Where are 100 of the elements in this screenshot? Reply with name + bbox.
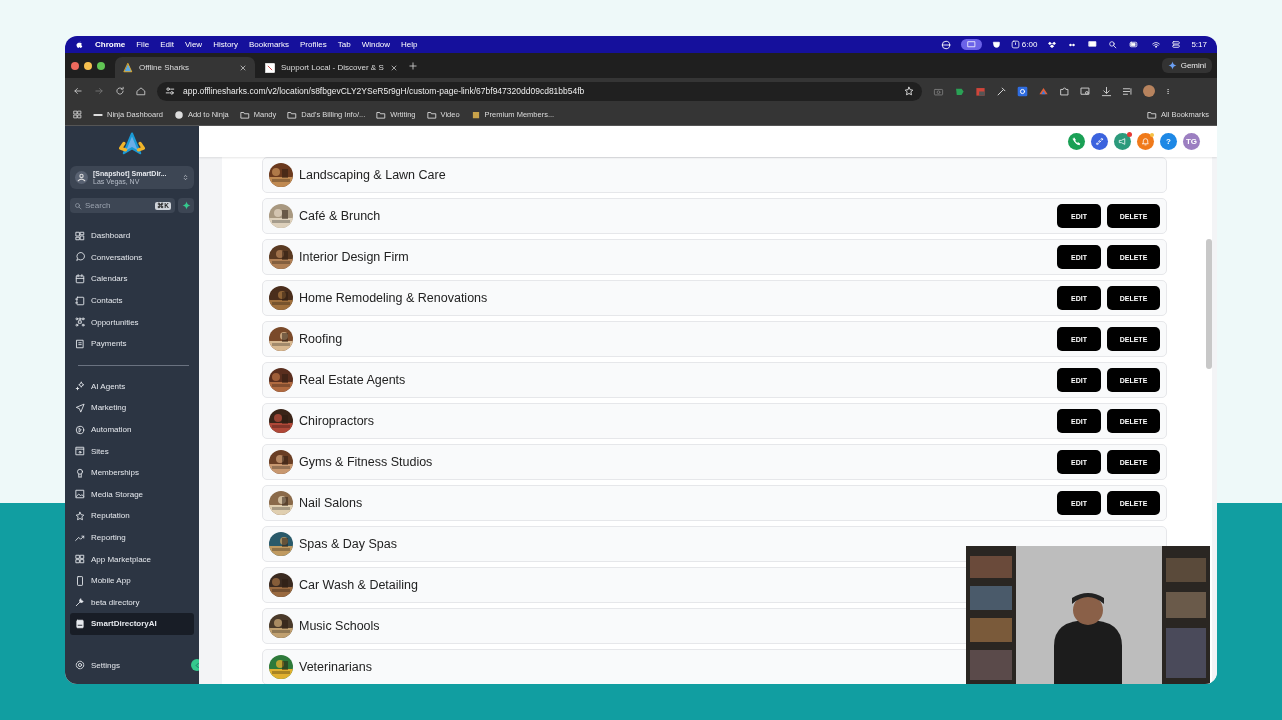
- home-icon[interactable]: [136, 86, 146, 96]
- ai-button[interactable]: [178, 198, 194, 213]
- nav-item[interactable]: Contacts: [70, 289, 194, 312]
- category-name: Landscaping & Lawn Care: [299, 168, 447, 182]
- search-tab-icon[interactable]: [1080, 85, 1091, 97]
- chevron-up-down-icon: [182, 173, 189, 182]
- browser-tab[interactable]: Offline Sharks: [115, 57, 255, 78]
- nav-item[interactable]: Automation: [70, 418, 194, 441]
- folder-icon: [287, 109, 298, 120]
- globe-icon[interactable]: [940, 39, 951, 50]
- contact-card-icon: [75, 295, 85, 306]
- folder-icon: [1147, 109, 1158, 120]
- star-icon: [75, 510, 85, 521]
- star-icon[interactable]: [904, 86, 914, 96]
- apps-button[interactable]: [1091, 133, 1108, 150]
- notifications-button[interactable]: [1137, 133, 1154, 150]
- nav-item[interactable]: Reporting: [70, 526, 194, 549]
- dots-grid-icon: [75, 317, 85, 328]
- screen-share-button[interactable]: [960, 39, 982, 50]
- help-button[interactable]: ?: [1160, 133, 1177, 150]
- menu-item[interactable]: Edit: [160, 40, 174, 49]
- nav-item[interactable]: App Marketplace: [70, 548, 194, 570]
- menu-item[interactable]: View: [184, 40, 203, 49]
- calendar-icon: [75, 274, 85, 284]
- apple-icon[interactable]: [75, 40, 84, 49]
- profile-avatar[interactable]: [1143, 85, 1155, 97]
- zoom-window-button[interactable]: [97, 61, 105, 70]
- category-name: Spas & Day Spas: [299, 537, 398, 551]
- nav-item[interactable]: Memberships: [70, 461, 194, 484]
- nav-item[interactable]: Payments: [70, 332, 194, 355]
- user-icon: [75, 171, 88, 184]
- folder-icon: [376, 109, 387, 120]
- category-name: Veterinarians: [299, 660, 373, 674]
- plus-icon[interactable]: [407, 60, 418, 71]
- search-input[interactable]: Search: [85, 201, 153, 210]
- menu-item[interactable]: Chrome: [95, 40, 126, 49]
- receipt-icon: [75, 338, 85, 349]
- timer[interactable]: 6:00: [1010, 40, 1038, 49]
- wifi-icon[interactable]: [1151, 40, 1162, 49]
- download-icon[interactable]: [1101, 85, 1112, 97]
- gemini-button[interactable]: Gemini: [1161, 58, 1212, 73]
- close-window-button[interactable]: [71, 61, 79, 70]
- control-center-icon[interactable]: [1171, 40, 1182, 49]
- gear-icon: [75, 660, 85, 671]
- extensions-icon[interactable]: [1059, 85, 1070, 97]
- media-icon[interactable]: [1122, 85, 1133, 97]
- nav-item[interactable]: Opportunities: [70, 311, 194, 333]
- back-arrow-icon[interactable]: [73, 86, 83, 96]
- puzzle-gear-icon[interactable]: [1017, 85, 1028, 97]
- grid-icon: [75, 230, 85, 241]
- nav-item[interactable]: SmartDirectoryAI: [70, 613, 194, 635]
- nav-item[interactable]: Calendars: [70, 268, 194, 290]
- nav-item[interactable]: Marketing: [70, 397, 194, 419]
- apps-grid-icon[interactable]: [73, 110, 82, 119]
- close-icon[interactable]: [239, 63, 247, 72]
- category-name: Chiropractors: [299, 414, 376, 428]
- notification-dot: [1150, 133, 1154, 137]
- site-settings-icon[interactable]: [165, 86, 175, 96]
- nav-item[interactable]: AI Agents: [70, 375, 194, 398]
- search-icon[interactable]: [1108, 40, 1118, 49]
- category-name: Car Wash & Detailing: [299, 578, 420, 592]
- nav-item[interactable]: Reputation: [70, 505, 194, 527]
- browser-tab[interactable]: Support Local - Discover & S: [257, 57, 406, 78]
- globe-icon: [173, 109, 184, 120]
- menu-item[interactable]: File: [136, 40, 150, 49]
- close-icon[interactable]: [389, 63, 398, 72]
- nav-item[interactable]: Sites: [70, 440, 194, 462]
- nav-item[interactable]: beta directory: [70, 591, 194, 614]
- menu-item[interactable]: Profiles: [300, 40, 327, 49]
- nav-item[interactable]: Settings: [70, 654, 125, 676]
- search-icon: [74, 201, 82, 210]
- grid-icon: [75, 554, 85, 565]
- nav-item[interactable]: Dashboard: [70, 225, 194, 247]
- display-icon[interactable]: [1087, 40, 1099, 49]
- nav-item[interactable]: Media Storage: [70, 483, 194, 506]
- play-circle-icon: [75, 424, 85, 435]
- menu-item[interactable]: History: [213, 40, 238, 49]
- menu-item[interactable]: Help: [401, 40, 418, 49]
- nav-item[interactable]: Mobile App: [70, 569, 194, 592]
- menu-item[interactable]: Tab: [337, 40, 351, 49]
- trend-line-icon: [75, 532, 85, 543]
- bird-icon[interactable]: [1038, 85, 1049, 97]
- address-bar[interactable]: app.offlinesharks.com/v2/location/s8fbgevCLY2YSeR5r9gH/custom-page-link/67bf947320dd09cd81bb54fb: [157, 81, 922, 101]
- phone-icon: [75, 575, 85, 586]
- nav-item[interactable]: Conversations: [70, 246, 194, 269]
- calendar-icon[interactable]: [975, 85, 986, 97]
- award-icon: [75, 467, 85, 478]
- menu-item[interactable]: Window: [361, 40, 391, 49]
- scrollbar-thumb[interactable]: [1206, 239, 1212, 369]
- sparkle-icon: [181, 201, 191, 210]
- image-icon: [75, 489, 85, 500]
- phone-button[interactable]: [1068, 133, 1085, 150]
- logo-icon: [470, 109, 481, 120]
- dropbox-icon[interactable]: [1047, 40, 1058, 49]
- chevron-left-icon: [193, 661, 201, 669]
- announcements-button[interactable]: [1114, 133, 1131, 150]
- shark-logo-icon: [123, 62, 133, 73]
- minimize-window-button[interactable]: [84, 61, 92, 70]
- menu-item[interactable]: Bookmarks: [249, 40, 290, 49]
- reload-icon[interactable]: [115, 86, 125, 96]
